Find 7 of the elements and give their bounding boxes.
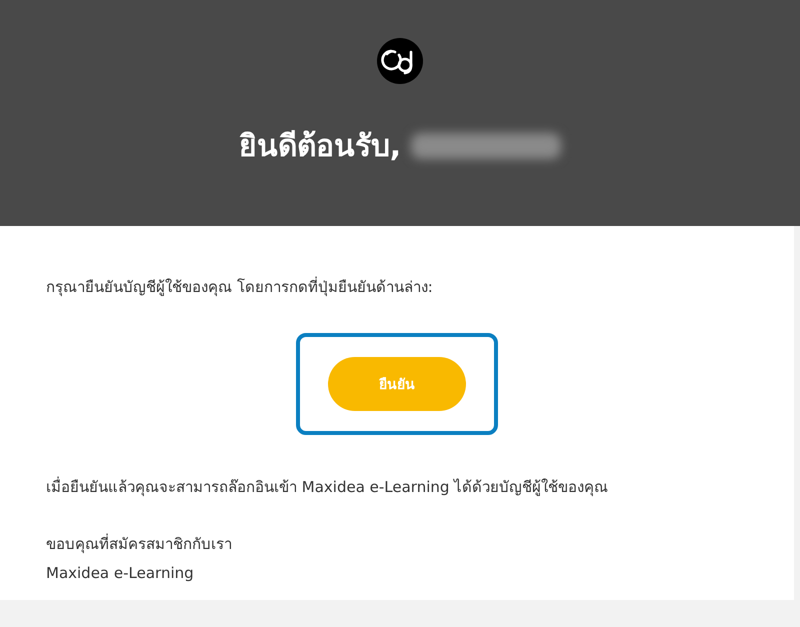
note-text: เมื่อยืนยันแล้วคุณจะสามารถล๊อกอินเข้า Maxidea e-Learning ได้ด้วยบัญชีผู้ใช้ของคุณ: [46, 476, 610, 498]
instruction-text: กรุณายืนยันบัญชีผู้ใช้ของคุณ โดยการกดที่ปุ่มยืนยันด้านล่าง:: [46, 276, 434, 298]
logo-icon: [377, 38, 423, 84]
signature-text: Maxidea e-Learning: [46, 563, 195, 584]
closing-text: ขอบคุณที่สมัครสมาชิกกับเรา: [46, 532, 233, 556]
welcome-title: ยินดีต้อนรับ,: [238, 128, 402, 166]
confirm-button[interactable]: ยืนยัน: [328, 357, 466, 411]
